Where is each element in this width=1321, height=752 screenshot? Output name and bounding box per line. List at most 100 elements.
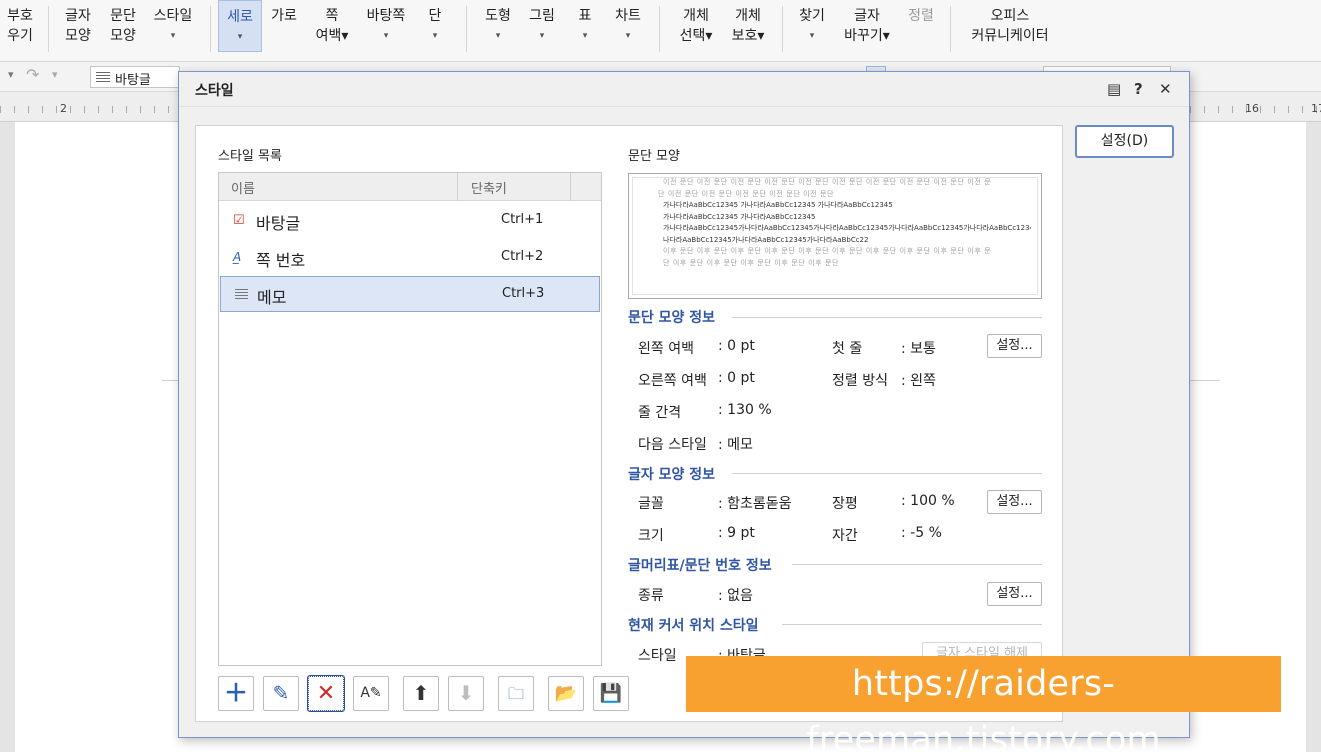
dialog-title: 스타일 bbox=[195, 83, 234, 99]
ribbon-label: 차트 bbox=[615, 8, 641, 24]
ribbon-label: 글자 bbox=[854, 8, 880, 24]
ruler-number: 17 bbox=[1311, 102, 1321, 115]
char-spacing-label: 자간 bbox=[832, 528, 858, 544]
redo-dropdown-icon[interactable]: ▾ bbox=[52, 68, 58, 81]
ribbon-para-shape-button[interactable]: 문단 모양 bbox=[103, 6, 143, 56]
ribbon-label: 개체 bbox=[735, 8, 761, 24]
import-style-icon: 🗀 bbox=[507, 684, 524, 703]
ribbon-master-page-button[interactable]: 바탕쪽 ▾ bbox=[360, 6, 412, 56]
move-down-button[interactable]: ⬇ bbox=[448, 676, 484, 711]
style-row-memo[interactable]: 메모 Ctrl+3 bbox=[220, 276, 600, 312]
ribbon-label: 표 bbox=[578, 8, 592, 24]
ribbon-office-communicator-button[interactable]: 오피스 커뮤니케이터 bbox=[962, 6, 1058, 56]
ribbon-label: 부호 bbox=[7, 8, 33, 24]
column-header-name[interactable]: 이름 bbox=[231, 178, 255, 197]
ribbon-style-button[interactable]: 스타일 ▾ bbox=[148, 6, 198, 56]
body-text-style-icon: ☑ bbox=[233, 213, 245, 228]
preview-line: 가나다라AaBbCc12345 가나다라AaBbCc12345 bbox=[663, 212, 816, 221]
style-row-shortcut: Ctrl+1 bbox=[501, 212, 544, 227]
para-set-button[interactable]: 설정... bbox=[987, 334, 1042, 358]
numbering-set-button[interactable]: 설정... bbox=[987, 582, 1042, 606]
paragraph-preview: 이전 문단 이전 문단 이전 문단 이전 문단 이전 문단 이전 문단 이전 문… bbox=[628, 173, 1042, 299]
ribbon-shape-button[interactable]: 도형 ▾ bbox=[478, 6, 518, 56]
section-divider bbox=[792, 564, 1042, 565]
comment-icon[interactable]: ▤ bbox=[1107, 80, 1121, 98]
char-set-button[interactable]: 설정... bbox=[987, 490, 1042, 514]
next-style-value: : 메모 bbox=[718, 437, 753, 453]
chevron-down-icon: ▾ bbox=[809, 31, 815, 41]
ribbon-label: 문단 bbox=[110, 8, 136, 24]
ribbon-chart-button[interactable]: 차트 ▾ bbox=[608, 6, 648, 56]
help-icon[interactable]: ? bbox=[1134, 80, 1143, 98]
style-list-header: 이름 단축키 bbox=[219, 173, 601, 201]
ribbon-label: 단 bbox=[428, 8, 442, 24]
ribbon-replace-button[interactable]: 글자 바꾸기▾ bbox=[838, 6, 896, 56]
preview-line: 단 이전 문단 이전 문단 이전 문단 이전 문단 이전 문단 bbox=[658, 189, 835, 198]
replace-style-button[interactable]: A✎ bbox=[353, 676, 389, 711]
style-row-page-number[interactable]: A̲ 쪽 번호 Ctrl+2 bbox=[219, 239, 601, 275]
ribbon-picture-button[interactable]: 그림 ▾ bbox=[522, 6, 562, 56]
style-row-name: 바탕글 bbox=[256, 214, 301, 233]
column-separator bbox=[457, 173, 458, 201]
ribbon-symbol-button[interactable]: 부호 우기 bbox=[2, 6, 38, 56]
style-combo-value: 바탕글 bbox=[115, 73, 151, 88]
ribbon-object-protect-button[interactable]: 개체 보호▾ bbox=[724, 6, 772, 56]
edit-style-button[interactable]: ✎ bbox=[263, 676, 299, 711]
move-up-button[interactable]: ⬆ bbox=[403, 676, 439, 711]
ribbon-char-shape-button[interactable]: 글자 모양 bbox=[58, 6, 98, 56]
next-style-label: 다음 스타일 bbox=[638, 437, 707, 453]
style-combo[interactable]: 바탕글 bbox=[90, 66, 180, 88]
ribbon-vertical-button[interactable]: 세로 ▾ bbox=[218, 0, 262, 52]
column-header-shortcut[interactable]: 단축키 bbox=[471, 178, 507, 197]
dialog-title-bar[interactable]: 스타일 ▤ ? ✕ bbox=[179, 72, 1189, 107]
chevron-down-icon: ▾ bbox=[383, 31, 389, 41]
style-row-body-text[interactable]: ☑ 바탕글 Ctrl+1 bbox=[219, 202, 601, 238]
save-button[interactable]: 💾 bbox=[593, 676, 629, 711]
add-style-button[interactable]: ＋ bbox=[218, 676, 254, 711]
ribbon-table-button[interactable]: 표 ▾ bbox=[570, 6, 600, 56]
open-folder-button[interactable]: 📂 bbox=[548, 676, 584, 711]
undo-dropdown-icon[interactable]: ▾ bbox=[8, 68, 14, 81]
preview-line: 이전 문단 이전 문단 이전 문단 이전 문단 이전 문단 이전 문단 이전 문… bbox=[663, 178, 992, 186]
ribbon-object-select-button[interactable]: 개체 선택▾ bbox=[672, 6, 720, 56]
ribbon-page-margin-button[interactable]: 쪽 여백▾ bbox=[310, 6, 354, 56]
style-list-label: 스타일 목록 bbox=[218, 149, 282, 164]
delete-style-button[interactable]: ✕ bbox=[307, 675, 345, 712]
column-separator bbox=[570, 173, 571, 201]
preview-label: 문단 모양 bbox=[628, 149, 680, 164]
right-margin-value: : 0 pt bbox=[718, 370, 755, 386]
redo-icon[interactable]: ↷ bbox=[26, 65, 39, 84]
size-value: : 9 pt bbox=[718, 525, 755, 541]
ribbon-label: 쪽 bbox=[325, 8, 339, 24]
preview-line: 단 이후 문단 이후 문단 이후 문단 이후 문단 이후 문단 bbox=[663, 258, 840, 267]
ribbon-label: 찾기 bbox=[799, 8, 825, 24]
chevron-down-icon: ▾ bbox=[495, 31, 501, 41]
ribbon-column-button[interactable]: 단 ▾ bbox=[420, 6, 450, 56]
align-label: 정렬 방식 bbox=[832, 373, 888, 389]
style-dialog: 스타일 ▤ ? ✕ 설정(D) 스타일 목록 이름 단축키 ☑ 바탕글 Ctrl… bbox=[178, 71, 1190, 738]
import-style-button[interactable]: 🗀 bbox=[498, 676, 534, 711]
ribbon-label: 선택▾ bbox=[679, 28, 713, 44]
align-value: : 왼쪽 bbox=[901, 373, 936, 389]
ribbon-find-button[interactable]: 찾기 ▾ bbox=[792, 6, 832, 56]
ribbon-sort-button[interactable]: 정렬 bbox=[902, 6, 940, 56]
ribbon-label: 스타일 bbox=[153, 8, 193, 24]
ribbon-horizontal-button[interactable]: 가로 bbox=[266, 6, 302, 56]
ribbon-label: 보호▾ bbox=[731, 28, 765, 44]
close-icon[interactable]: ✕ bbox=[1159, 80, 1172, 98]
dialog-content-panel: 스타일 목록 이름 단축키 ☑ 바탕글 Ctrl+1 A̲ 쪽 번호 Ctrl+… bbox=[195, 125, 1063, 722]
ribbon-label: 바탕쪽 bbox=[366, 8, 406, 24]
memo-style-icon bbox=[235, 289, 248, 301]
font-label: 글꼴 bbox=[638, 496, 664, 512]
set-button[interactable]: 설정(D) bbox=[1075, 125, 1174, 158]
move-down-icon: ⬇ bbox=[457, 681, 475, 705]
section-divider bbox=[782, 624, 1042, 625]
ribbon-label: 여백▾ bbox=[315, 28, 349, 44]
ribbon-label: 오피스 bbox=[990, 8, 1030, 24]
ribbon-separator bbox=[950, 6, 951, 52]
style-list[interactable]: 이름 단축키 ☑ 바탕글 Ctrl+1 A̲ 쪽 번호 Ctrl+2 메모 Ct… bbox=[218, 172, 602, 666]
preview-line: 나다라AaBbCc12345가나다라AaBbCc12345가나다라AaBbCc2… bbox=[663, 235, 869, 244]
ribbon-separator bbox=[48, 6, 49, 52]
section-divider bbox=[732, 317, 1042, 318]
ribbon-label: 바꾸기▾ bbox=[844, 28, 890, 44]
